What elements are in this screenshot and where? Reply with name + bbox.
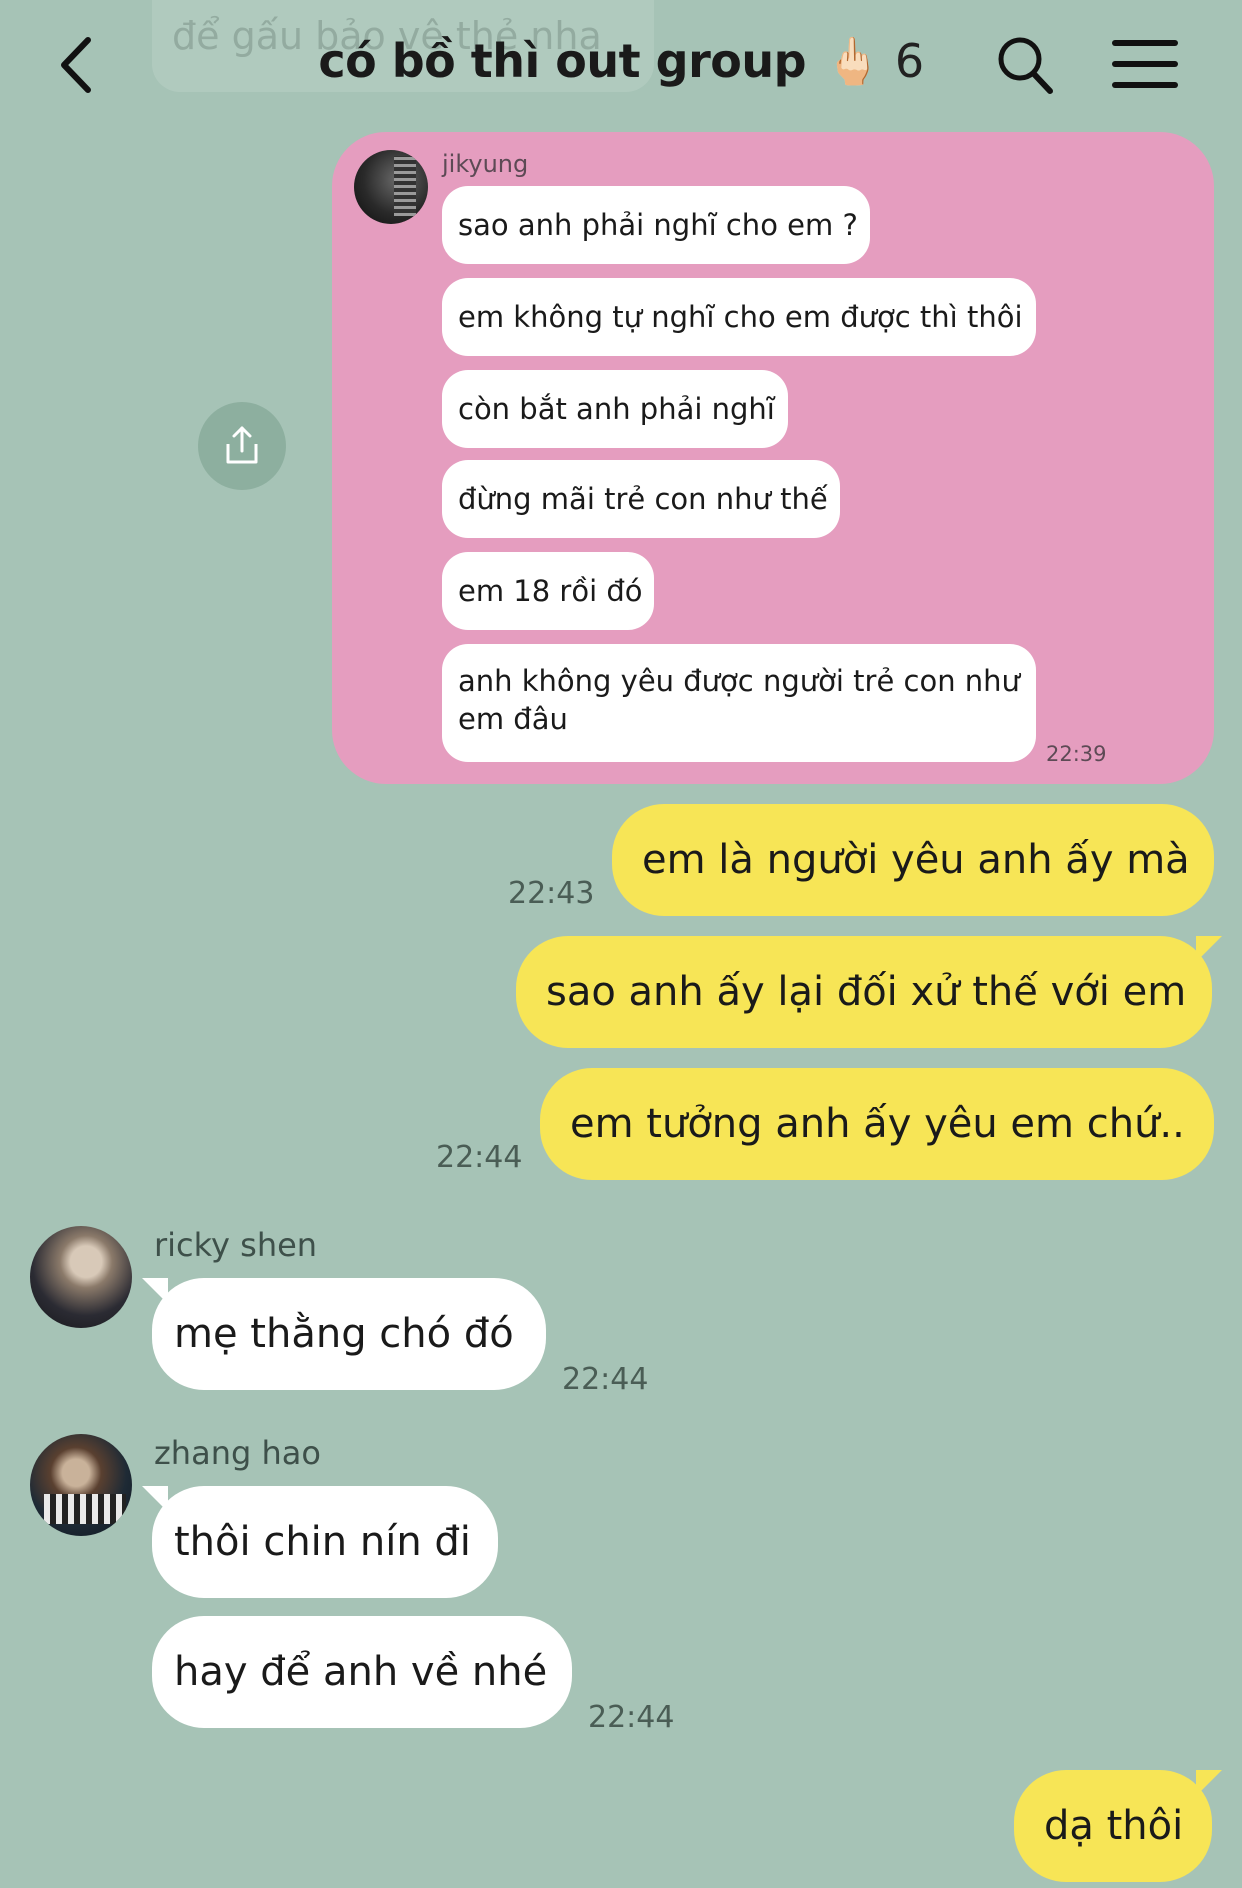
my-message-bubble[interactable]: em là người yêu anh ấy mà xyxy=(612,804,1214,916)
group-name: có bồ thì out group xyxy=(318,34,807,88)
member-count: 6 xyxy=(894,34,924,88)
ricky-shen-name: ricky shen xyxy=(154,1226,318,1264)
title-emoji: 🖕🏻 xyxy=(824,34,881,88)
shared-message: anh không yêu được người trẻ con như em … xyxy=(442,644,1036,762)
ricky-message-bubble[interactable]: mẹ thằng chó đó xyxy=(142,1278,546,1390)
chat-header: để gấu bảo vệ thẻ nha có bồ thì out grou… xyxy=(0,0,1242,130)
zhang-message-bubble[interactable]: hay để anh về nhé xyxy=(152,1616,572,1728)
shared-message: còn bắt anh phải nghĩ xyxy=(442,370,788,448)
group-title[interactable]: có bồ thì out group 🖕🏻 6 xyxy=(0,34,1242,89)
shared-message: em không tự nghĩ cho em được thì thôi xyxy=(442,278,1036,356)
zhang-hao-name: zhang hao xyxy=(154,1434,321,1472)
timestamp: 22:43 xyxy=(508,876,595,911)
shared-timestamp: 22:39 xyxy=(1046,742,1107,766)
timestamp: 22:44 xyxy=(436,1140,523,1175)
my-message-bubble[interactable]: dạ thôi xyxy=(1014,1770,1222,1882)
ricky-shen-avatar[interactable] xyxy=(30,1226,132,1328)
timestamp: 22:44 xyxy=(562,1362,649,1397)
jikyung-avatar xyxy=(354,150,428,224)
shared-message: em 18 rồi đó xyxy=(442,552,654,630)
share-icon xyxy=(226,426,258,464)
shared-message: sao anh phải nghĩ cho em ? xyxy=(442,186,870,264)
shared-message: đừng mãi trẻ con như thế xyxy=(442,460,840,538)
zhang-hao-avatar[interactable] xyxy=(30,1434,132,1536)
share-button[interactable] xyxy=(198,402,286,490)
search-icon[interactable] xyxy=(995,33,1055,97)
timestamp: 22:44 xyxy=(588,1700,675,1735)
my-message-bubble[interactable]: sao anh ấy lại đối xử thế với em xyxy=(516,936,1222,1048)
menu-icon[interactable] xyxy=(1112,38,1178,90)
zhang-message-bubble[interactable]: thôi chin nín đi xyxy=(142,1486,498,1598)
jikyung-name: jikyung xyxy=(442,150,529,178)
my-message-bubble[interactable]: em tưởng anh ấy yêu em chứ.. xyxy=(540,1068,1214,1180)
